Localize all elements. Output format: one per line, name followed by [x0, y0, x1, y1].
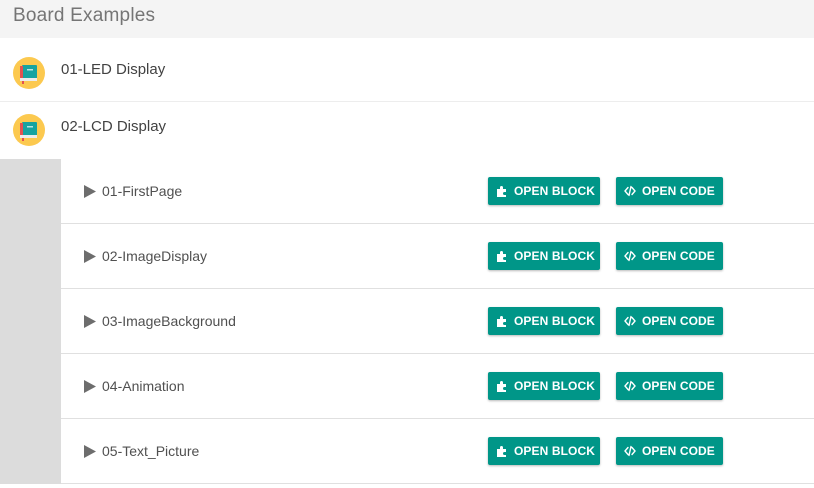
- example-list-container: 01-FirstPage OPEN BLOCK OPEN CODE 02-Ima…: [0, 159, 814, 484]
- open-block-label: OPEN BLOCK: [514, 379, 596, 393]
- caret-right-icon[interactable]: [84, 380, 96, 393]
- code-icon: [624, 445, 636, 457]
- open-block-label: OPEN BLOCK: [514, 314, 596, 328]
- open-code-label: OPEN CODE: [642, 444, 715, 458]
- open-code-label: OPEN CODE: [642, 379, 715, 393]
- open-code-label: OPEN CODE: [642, 314, 715, 328]
- open-code-button[interactable]: OPEN CODE: [616, 177, 723, 205]
- open-block-label: OPEN BLOCK: [514, 184, 596, 198]
- open-code-button[interactable]: OPEN CODE: [616, 307, 723, 335]
- open-block-button[interactable]: OPEN BLOCK: [488, 307, 600, 335]
- section-header: Board Examples: [0, 0, 814, 38]
- open-code-button[interactable]: OPEN CODE: [616, 242, 723, 270]
- puzzle-icon: [497, 381, 506, 392]
- caret-right-icon[interactable]: [84, 185, 96, 198]
- example-name: 03-ImageBackground: [102, 313, 236, 329]
- open-block-label: OPEN BLOCK: [514, 444, 596, 458]
- page-title: Board Examples: [13, 5, 156, 26]
- category-label: 02-LCD Display: [61, 118, 167, 135]
- open-block-button[interactable]: OPEN BLOCK: [488, 437, 600, 465]
- open-code-label: OPEN CODE: [642, 249, 715, 263]
- open-code-label: OPEN CODE: [642, 184, 715, 198]
- code-icon: [624, 185, 636, 197]
- caret-right-icon[interactable]: [84, 315, 96, 328]
- book-icon: [13, 114, 45, 146]
- example-list: 01-FirstPage OPEN BLOCK OPEN CODE 02-Ima…: [61, 159, 814, 484]
- caret-right-icon[interactable]: [84, 445, 96, 458]
- example-name: 04-Animation: [102, 378, 185, 394]
- example-name: 02-ImageDisplay: [102, 248, 208, 264]
- example-row[interactable]: 02-ImageDisplay OPEN BLOCK OPEN CODE: [61, 224, 814, 289]
- puzzle-icon: [497, 316, 506, 327]
- example-name: 05-Text_Picture: [102, 443, 200, 459]
- open-block-button[interactable]: OPEN BLOCK: [488, 177, 600, 205]
- book-icon: [13, 57, 45, 89]
- puzzle-icon: [497, 446, 506, 457]
- example-row[interactable]: 03-ImageBackground OPEN BLOCK OPEN CODE: [61, 289, 814, 354]
- open-code-button[interactable]: OPEN CODE: [616, 372, 723, 400]
- open-code-button[interactable]: OPEN CODE: [616, 437, 723, 465]
- puzzle-icon: [497, 186, 506, 197]
- example-row[interactable]: 05-Text_Picture OPEN BLOCK OPEN CODE: [61, 419, 814, 484]
- open-block-label: OPEN BLOCK: [514, 249, 596, 263]
- code-icon: [624, 315, 636, 327]
- indent-rail: [0, 159, 61, 484]
- example-name: 01-FirstPage: [102, 183, 183, 199]
- open-block-button[interactable]: OPEN BLOCK: [488, 372, 600, 400]
- caret-right-icon[interactable]: [84, 250, 96, 263]
- category-lcd-display[interactable]: 02-LCD Display: [0, 103, 814, 159]
- category-label: 01-LED Display: [61, 61, 166, 78]
- example-row[interactable]: 01-FirstPage OPEN BLOCK OPEN CODE: [61, 159, 814, 224]
- code-icon: [624, 380, 636, 392]
- category-led-display[interactable]: 01-LED Display: [0, 46, 814, 102]
- example-row[interactable]: 04-Animation OPEN BLOCK OPEN CODE: [61, 354, 814, 419]
- puzzle-icon: [497, 251, 506, 262]
- code-icon: [624, 250, 636, 262]
- open-block-button[interactable]: OPEN BLOCK: [488, 242, 600, 270]
